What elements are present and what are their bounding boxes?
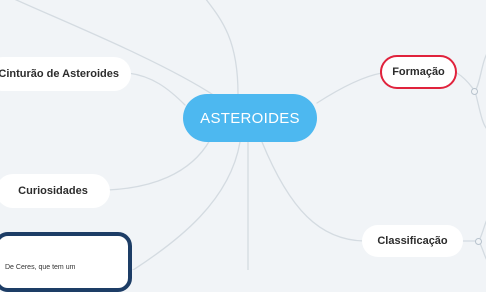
connector-bottom-left [131,141,241,270]
topic-cinturao-de-asteroides[interactable]: Cinturão de Asteroides [0,57,131,91]
collapse-toggle-classificacao[interactable] [475,238,482,245]
central-topic[interactable]: ASTEROIDES [183,94,317,142]
connector-cinturao [127,72,186,106]
connector-top [205,0,239,95]
connector-formacao [316,72,383,104]
topic-classificacao[interactable]: Classificação [362,225,463,257]
topic-curiosidades[interactable]: Curiosidades [0,174,110,208]
topic-formacao[interactable]: Formação [380,55,457,89]
collapse-toggle-formacao[interactable] [471,88,478,95]
connector-curiosidades [107,139,211,191]
connector-classificacao [261,141,365,242]
note-card[interactable]: De Ceres, que tem um [0,232,132,292]
